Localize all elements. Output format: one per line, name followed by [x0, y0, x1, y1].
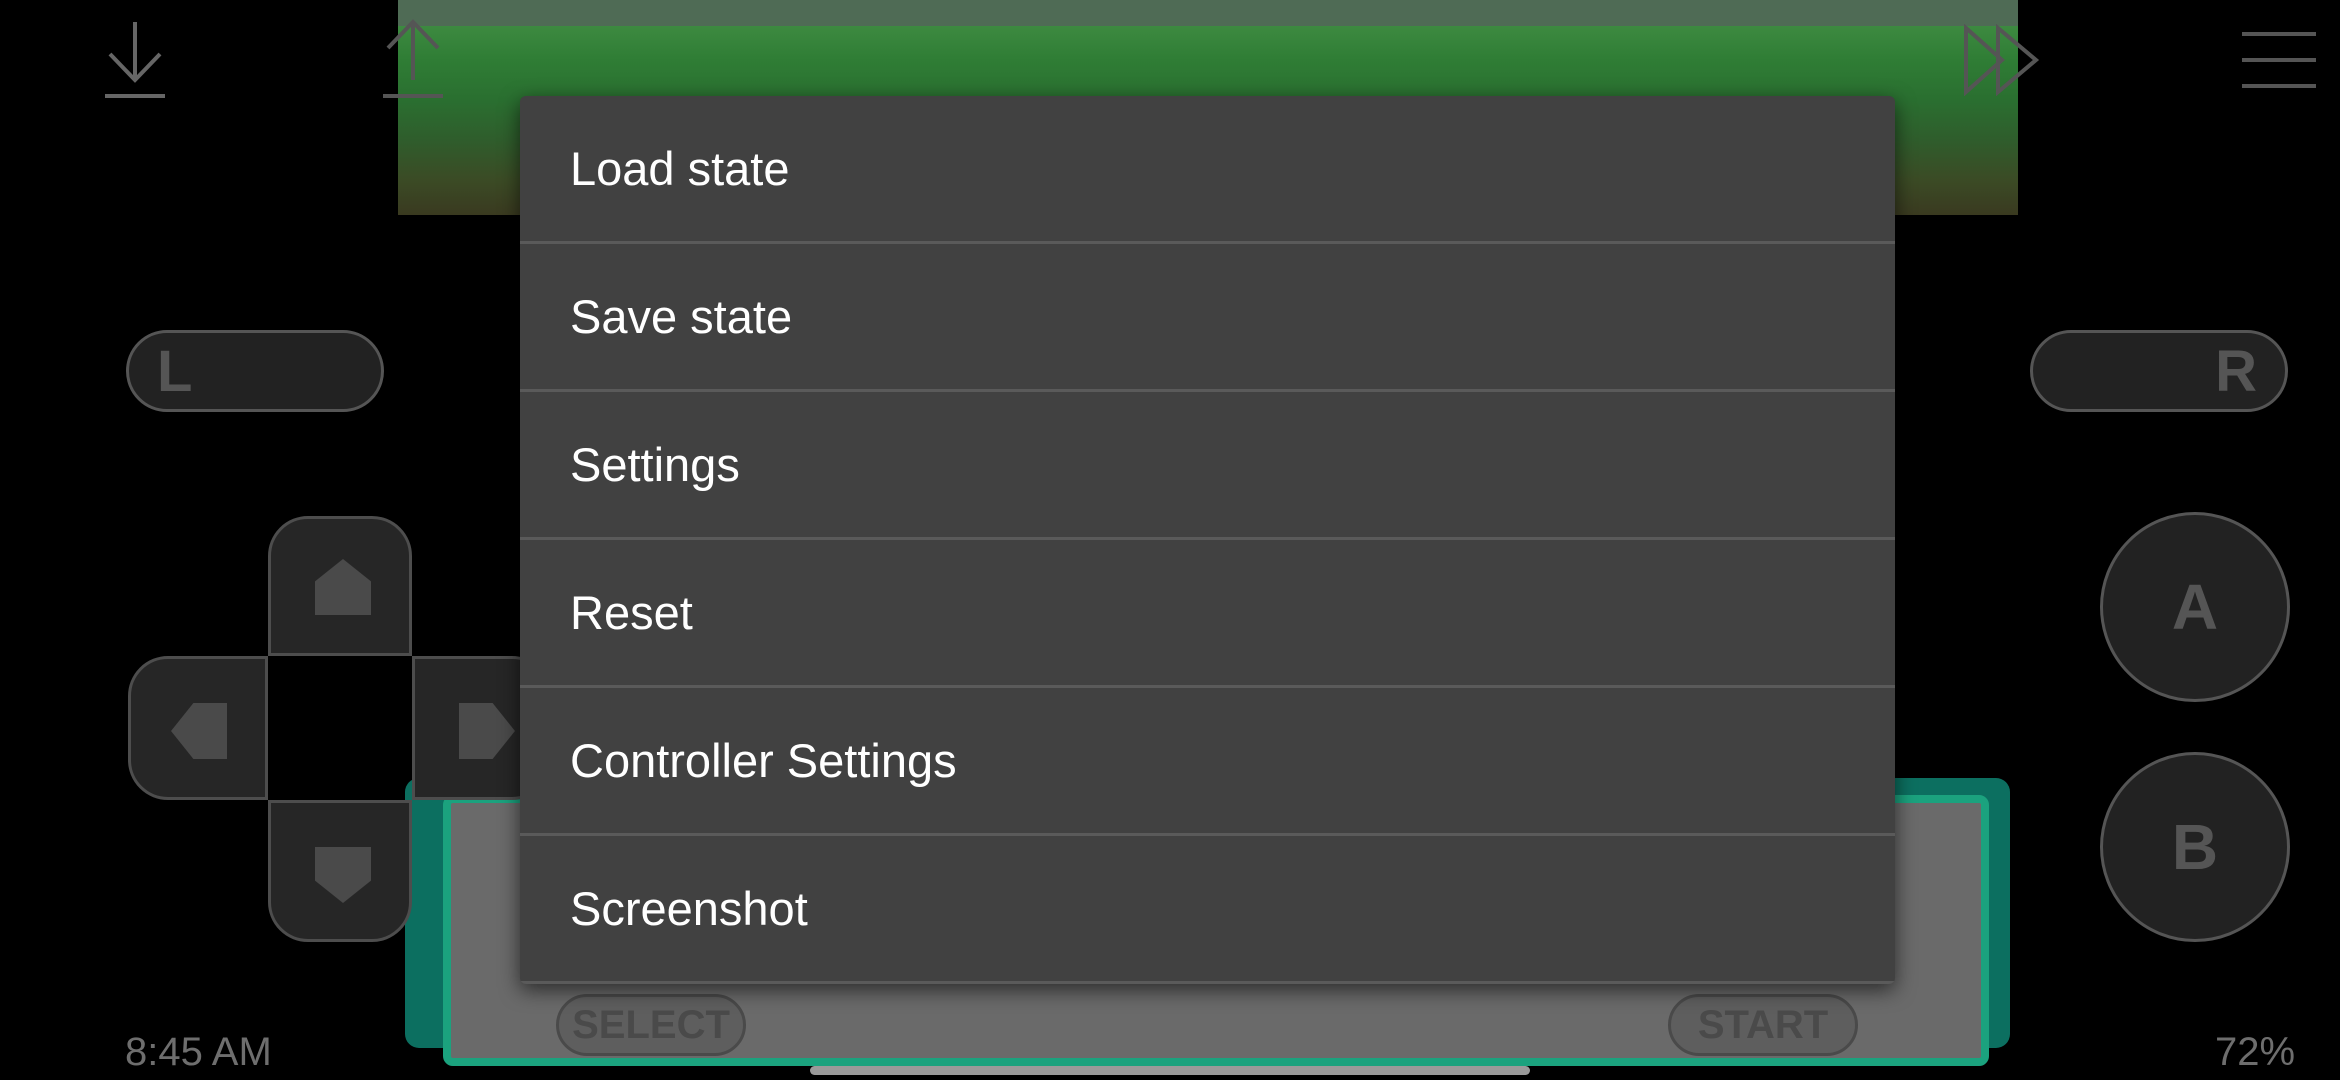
l-button[interactable]: L [126, 330, 384, 412]
menu-item-label: Screenshot [570, 882, 808, 935]
b-button[interactable]: B [2100, 752, 2290, 942]
menu-item-reset[interactable]: Reset [520, 540, 1895, 688]
clock-time: 8:45 AM [125, 1030, 272, 1074]
start-button-label: START [1697, 1002, 1829, 1047]
r-button[interactable]: R [2030, 330, 2288, 412]
battery-percentage: 72% [2215, 1030, 2296, 1074]
menu-item-screenshot[interactable]: Screenshot [520, 836, 1895, 984]
select-button[interactable]: SELECT [556, 994, 746, 1056]
emulator-options-menu: Load state Save state Settings Reset Con… [520, 96, 1895, 984]
menu-item-settings[interactable]: Settings [520, 392, 1895, 540]
upload-icon[interactable] [378, 18, 448, 100]
menu-item-label: Controller Settings [570, 734, 957, 787]
menu-item-label: Reset [570, 586, 693, 639]
hamburger-menu-icon[interactable] [2242, 30, 2316, 90]
select-button-label: SELECT [572, 1002, 730, 1047]
a-button-label: A [2171, 571, 2219, 643]
download-icon[interactable] [100, 20, 170, 100]
menu-item-controller-settings[interactable]: Controller Settings [520, 688, 1895, 836]
menu-item-load-state[interactable]: Load state [520, 96, 1895, 244]
b-button-label: B [2171, 811, 2219, 883]
dpad-left[interactable] [128, 656, 268, 800]
start-button[interactable]: START [1668, 994, 1858, 1056]
menu-item-label: Save state [570, 290, 793, 343]
gesture-nav-bar[interactable] [810, 1066, 1530, 1075]
a-button[interactable]: A [2100, 512, 2290, 702]
l-button-label: L [157, 338, 193, 404]
menu-item-label: Settings [570, 438, 740, 491]
dpad-down[interactable] [268, 800, 412, 942]
fast-forward-icon[interactable] [1962, 24, 2042, 96]
r-button-label: R [2215, 338, 2257, 404]
menu-item-save-state[interactable]: Save state [520, 244, 1895, 392]
menu-item-label: Load state [570, 142, 790, 195]
dpad-up[interactable] [268, 516, 412, 656]
